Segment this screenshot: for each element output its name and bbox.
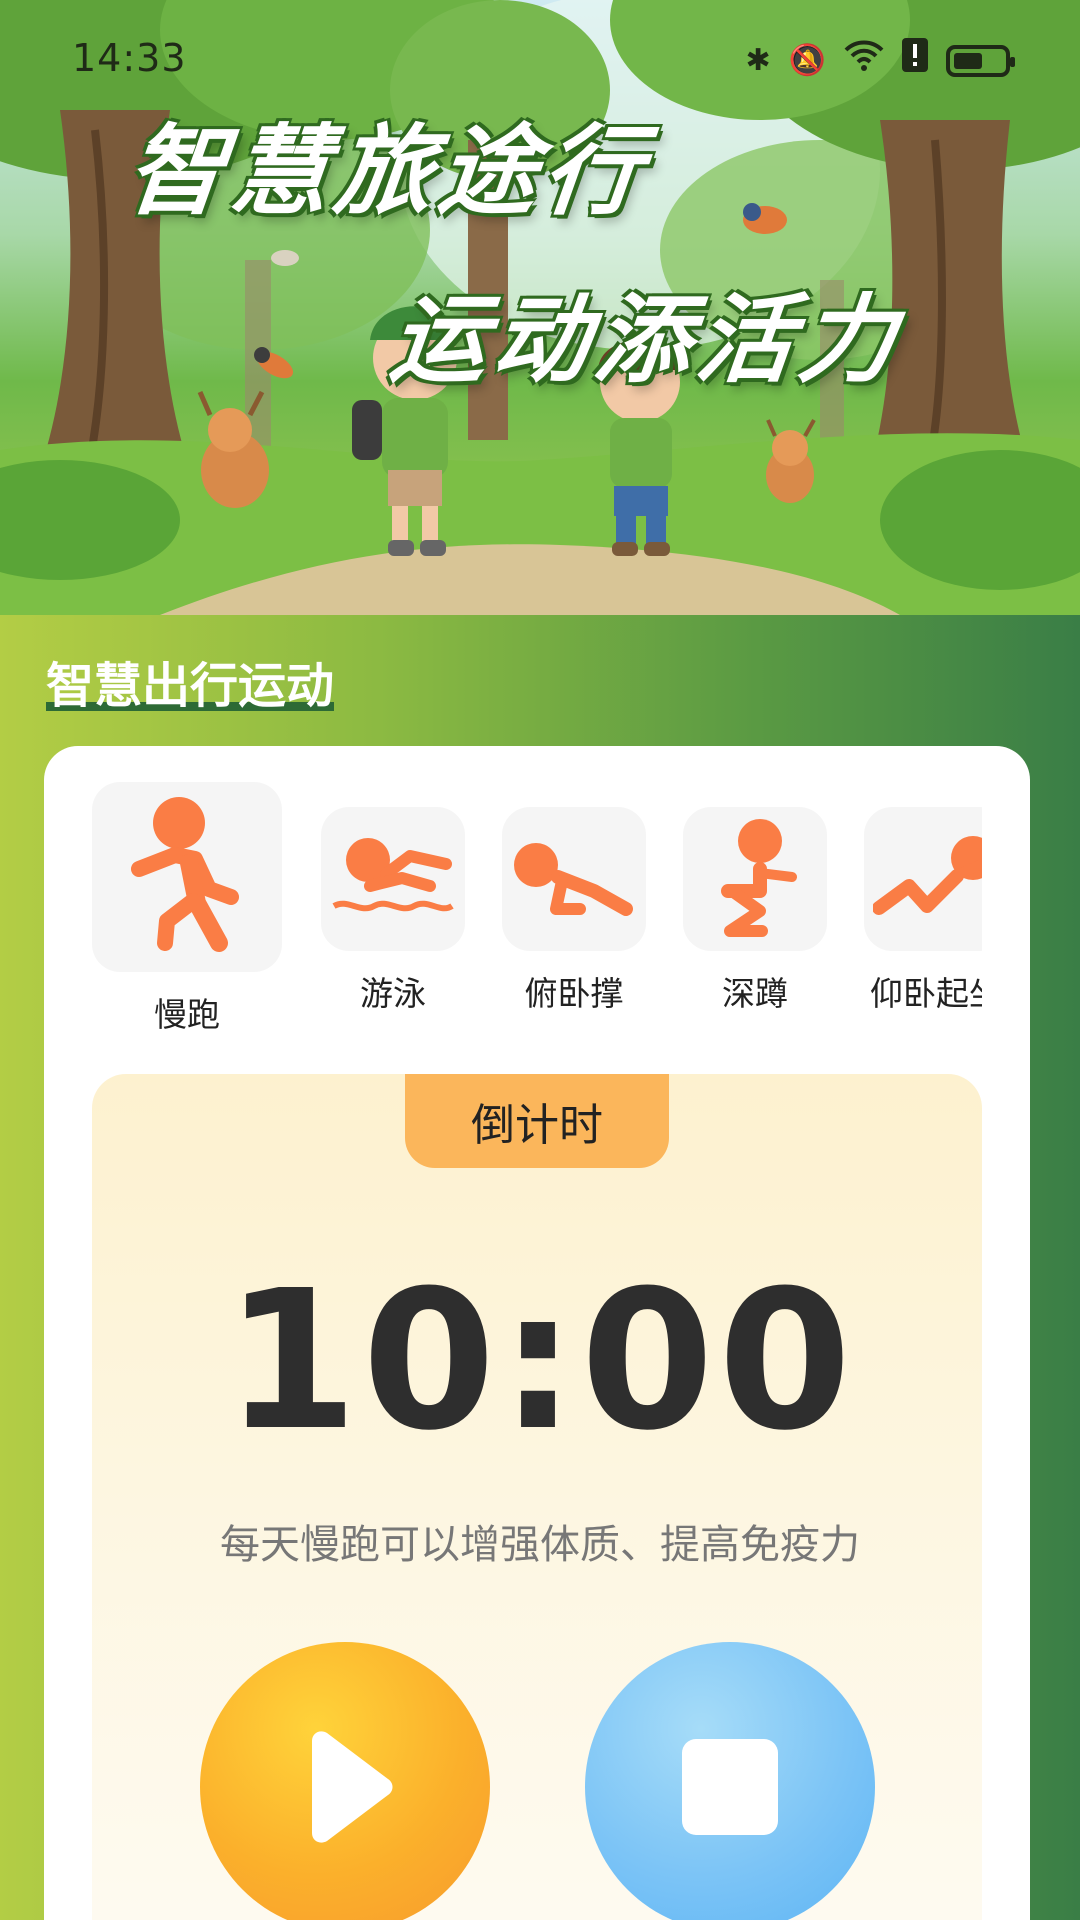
countdown-display: 10:00	[224, 1250, 856, 1473]
exercise-selector: 慢跑 游泳 俯卧撑 深蹲 仰卧起	[92, 782, 982, 1042]
alert-icon	[902, 38, 928, 83]
exercise-label-swimming: 游泳	[360, 974, 426, 1013]
exercise-tip: 每天慢跑可以增强体质、提高免疫力	[220, 1522, 860, 1568]
pushup-tile[interactable]	[502, 807, 646, 951]
squat-icon	[721, 819, 797, 937]
bluetooth-icon: ✱	[745, 42, 771, 78]
running-tile[interactable]	[92, 782, 282, 972]
exercise-label-squat: 深蹲	[722, 974, 788, 1013]
play-button[interactable]	[200, 1642, 490, 1920]
situp-tile[interactable]	[864, 807, 982, 951]
swimming-icon	[332, 838, 454, 912]
exercise-item-situp[interactable]: 仰卧起坐	[864, 807, 982, 1015]
mute-icon: 🔕	[788, 42, 826, 78]
situp-icon	[873, 836, 982, 915]
exercise-label-running: 慢跑	[154, 995, 220, 1034]
stop-button[interactable]	[585, 1642, 875, 1920]
exercise-label-situp: 仰卧起坐	[870, 974, 982, 1013]
timer-tab: 倒计时	[405, 1074, 669, 1168]
section-title: 智慧出行运动	[46, 646, 335, 718]
running-icon	[131, 797, 239, 952]
play-icon	[312, 1731, 393, 1843]
pushup-icon	[514, 843, 633, 916]
battery-icon	[946, 44, 1015, 77]
exercise-item-swimming[interactable]: 游泳	[321, 807, 465, 1015]
swimming-tile[interactable]	[321, 807, 465, 951]
hero-title-line1: 智慧旅途行	[121, 115, 654, 229]
squat-tile[interactable]	[683, 807, 827, 951]
hero-title-line2: 运动添活力	[385, 284, 907, 396]
exercise-item-squat[interactable]: 深蹲	[683, 807, 827, 1015]
exercise-label-pushup: 俯卧撑	[524, 974, 624, 1013]
status-icons: ✱ 🔕	[745, 38, 1015, 83]
status-time: 14:33	[72, 36, 187, 80]
wifi-icon	[844, 38, 884, 83]
stop-icon	[682, 1739, 778, 1835]
hero-banner: 14:33 ✱ 🔕 智慧旅途行 运动添活力	[0, 0, 1080, 615]
exercise-item-pushup[interactable]: 俯卧撑	[502, 807, 646, 1015]
exercise-item-running[interactable]: 慢跑	[92, 782, 282, 1036]
